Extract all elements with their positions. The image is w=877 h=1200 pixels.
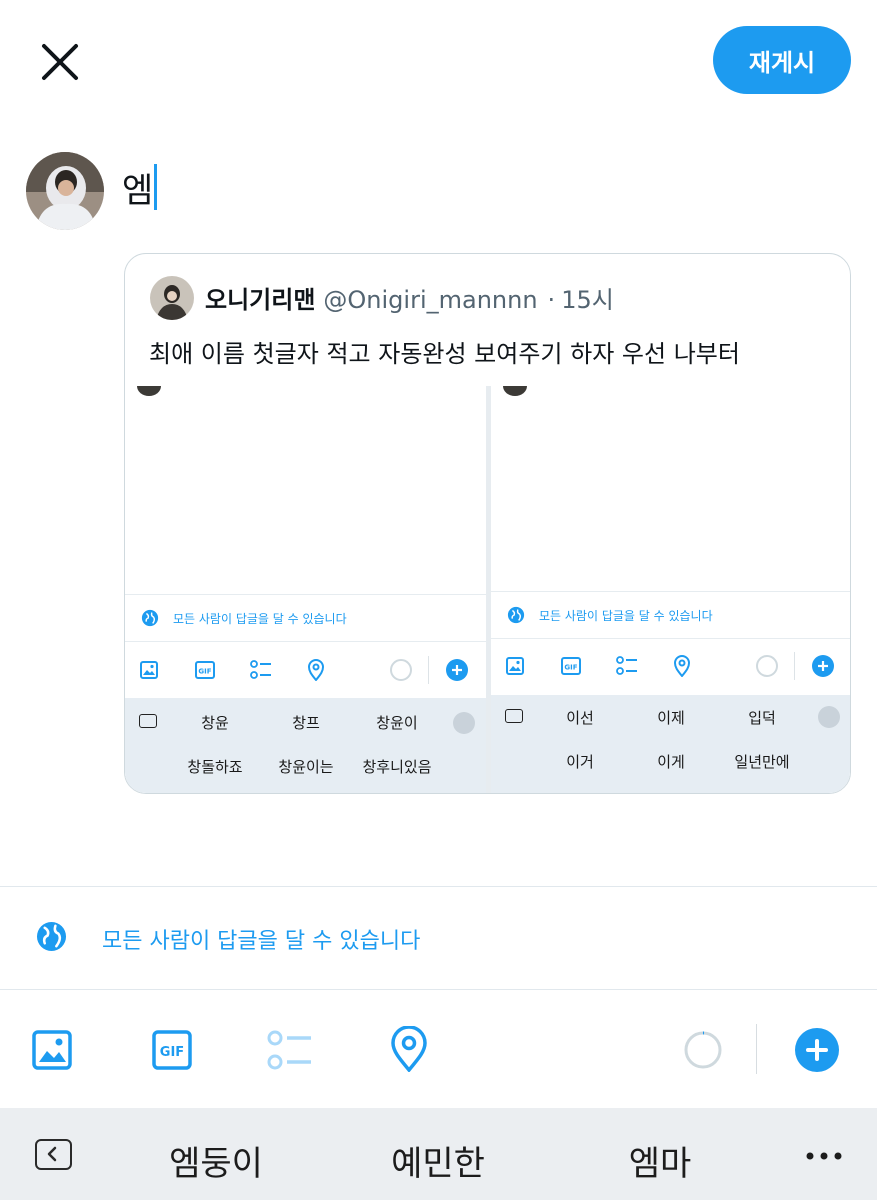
separator-dot: ·	[547, 286, 556, 314]
mini-suggestion-bar: 창윤 창프 창윤이 창돌하죠 창윤이는 창후니있음	[125, 698, 486, 793]
poll-icon	[616, 656, 637, 675]
mini-avatar	[503, 386, 527, 396]
mini-reply-setting: 모든 사람이 답글을 달 수 있습니다	[491, 591, 850, 639]
add-thread-icon[interactable]	[795, 1028, 839, 1072]
location-icon	[307, 659, 325, 681]
location-icon[interactable]	[390, 1026, 428, 1072]
add-thread-icon	[446, 659, 468, 681]
quoted-post[interactable]: 오니기리맨 @Onigiri_mannnn · 15시 최애 이름 첫글자 적고…	[124, 253, 851, 794]
quoted-author-handle: @Onigiri_mannnn	[323, 286, 538, 314]
more-icon[interactable]	[806, 1152, 842, 1160]
chevron-left-icon	[47, 1146, 57, 1162]
quoted-author-name: 오니기리맨	[205, 286, 316, 314]
suggestion: 이선	[566, 709, 594, 727]
compose-text: 엠	[122, 170, 154, 211]
image-icon	[140, 661, 158, 679]
char-count-circle	[756, 655, 778, 677]
text-cursor	[154, 164, 158, 210]
globe-icon	[36, 921, 67, 952]
close-icon	[42, 44, 78, 80]
repost-button[interactable]: 재게시	[713, 26, 851, 94]
mini-suggestion-bar: 이선 이제 입덕 이거 이게 일년만에	[491, 695, 850, 793]
suggestion-word[interactable]: 엠마	[629, 1136, 692, 1185]
suggestion: 이게	[657, 753, 685, 771]
gif-icon[interactable]: GIF	[152, 1030, 192, 1070]
poll-icon	[250, 660, 271, 679]
reply-setting-label: 모든 사람이 답글을 달 수 있습니다	[102, 929, 421, 954]
mini-avatar	[137, 386, 161, 396]
suggestion-word[interactable]: 엠둥이	[169, 1136, 263, 1185]
image-icon	[506, 657, 524, 675]
quoted-post-text: 최애 이름 첫글자 적고 자동완성 보여주기 하자 우선 나부터	[149, 340, 740, 368]
suggestion: 창돌하죠	[187, 758, 243, 776]
svg-text:GIF: GIF	[198, 668, 211, 676]
quoted-post-time: 15시	[561, 286, 614, 314]
keyboard-back-button[interactable]	[35, 1139, 72, 1170]
image-icon[interactable]	[32, 1030, 72, 1070]
globe-icon	[141, 609, 159, 627]
poll-icon[interactable]	[267, 1030, 313, 1070]
user-avatar[interactable]	[26, 152, 104, 230]
more-icon	[453, 712, 475, 734]
suggestion: 창윤	[201, 714, 229, 732]
compose-toolbar: GIF	[0, 990, 877, 1108]
suggestion-word[interactable]: 예민한	[391, 1136, 485, 1185]
location-icon	[673, 655, 691, 677]
globe-icon	[507, 606, 525, 624]
char-count-circle	[684, 1031, 722, 1069]
suggestion: 창윤이	[376, 714, 418, 732]
mini-toolbar: GIF	[125, 644, 486, 696]
toolbar-divider	[756, 1024, 757, 1074]
reply-setting-button[interactable]: 모든 사람이 답글을 달 수 있습니다	[0, 887, 877, 989]
add-thread-icon	[812, 655, 834, 677]
suggestion: 이제	[657, 709, 685, 727]
back-icon	[505, 709, 523, 723]
suggestion: 입덕	[748, 709, 776, 727]
back-icon	[139, 714, 157, 728]
gif-icon: GIF	[195, 661, 215, 679]
quoted-image-2[interactable]: 모든 사람이 답글을 달 수 있습니다 GIF 이선 이제 입덕 이거 이게 일…	[491, 386, 850, 793]
quoted-post-images: 모든 사람이 답글을 달 수 있습니다 GIF 창윤 창프 창윤이 창돌하죠 창…	[125, 386, 850, 793]
quoted-post-header: 오니기리맨 @Onigiri_mannnn · 15시	[205, 280, 614, 315]
mini-reply-setting: 모든 사람이 답글을 달 수 있습니다	[125, 594, 486, 642]
mini-toolbar: GIF	[491, 640, 850, 692]
suggestion: 창프	[292, 714, 320, 732]
mini-reply-text: 모든 사람이 답글을 달 수 있습니다	[539, 608, 713, 623]
quoted-author-avatar	[150, 276, 194, 320]
keyboard-suggestion-bar: 엠둥이 예민한 엠마	[0, 1108, 877, 1200]
quoted-image-1[interactable]: 모든 사람이 답글을 달 수 있습니다 GIF 창윤 창프 창윤이 창돌하죠 창…	[125, 386, 486, 793]
mini-reply-text: 모든 사람이 답글을 달 수 있습니다	[173, 611, 347, 626]
more-icon	[818, 706, 840, 728]
char-count-circle	[390, 659, 412, 681]
compose-input[interactable]: 엠	[122, 162, 158, 212]
suggestion: 창후니있음	[362, 758, 432, 776]
svg-text:GIF: GIF	[564, 664, 577, 672]
suggestion: 창윤이는	[278, 758, 334, 776]
gif-icon: GIF	[561, 657, 581, 675]
close-button[interactable]	[38, 40, 82, 84]
suggestion: 이거	[566, 753, 594, 771]
svg-text:GIF: GIF	[160, 1045, 184, 1060]
suggestion: 일년만에	[734, 753, 790, 771]
